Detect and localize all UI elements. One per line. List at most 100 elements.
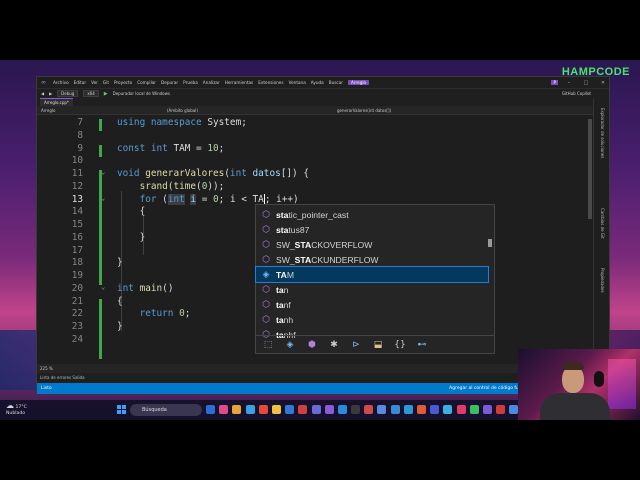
code-line[interactable]: 9 const int TAM = 10;: [37, 143, 577, 156]
run-debugger-button[interactable]: Depurador local de Windows: [113, 91, 170, 96]
app-icon[interactable]: [377, 405, 387, 414]
app-icon[interactable]: [443, 405, 453, 414]
cloud-icon: ☁: [6, 401, 14, 410]
config-dropdown[interactable]: Debug: [57, 90, 79, 97]
app-icon[interactable]: [403, 405, 413, 414]
weather-widget[interactable]: ☁ 17°C Nublado: [6, 401, 27, 417]
maximize-icon[interactable]: □: [580, 80, 592, 86]
letterbox-bottom: [0, 420, 640, 480]
properties-tab[interactable]: Propiedades: [599, 268, 605, 293]
app-icon[interactable]: [390, 405, 400, 414]
completion-item[interactable]: ⬡ SW_STACKUNDERFLOW: [256, 252, 488, 267]
app-icon[interactable]: [285, 405, 295, 414]
profile-avatar[interactable]: P: [551, 80, 558, 85]
filter-types-icon[interactable]: ✱: [328, 340, 340, 350]
code-line[interactable]: 7 using namespace System;: [37, 117, 577, 130]
fold-chevron-icon[interactable]: ⌄: [101, 194, 105, 202]
platform-dropdown[interactable]: x64: [83, 90, 99, 97]
completion-item[interactable]: ⬡ tan: [256, 282, 488, 297]
filter-braces-icon[interactable]: {}: [394, 340, 406, 350]
menu-editar[interactable]: Editar: [74, 80, 86, 85]
back-icon[interactable]: ◀: [41, 91, 44, 96]
code-text: using namespace System;: [117, 117, 247, 128]
menu-search[interactable]: Buscar: [329, 80, 343, 85]
start-button[interactable]: [117, 405, 126, 414]
popup-scrollbar[interactable]: [488, 209, 492, 337]
fold-chevron-icon[interactable]: ⌄: [101, 283, 105, 291]
app-icon[interactable]: [482, 405, 492, 414]
menu-archivo[interactable]: Archivo: [53, 80, 69, 85]
line-number: 9: [77, 142, 83, 154]
scrollbar-thumb[interactable]: [588, 119, 592, 219]
menu-herramientas[interactable]: Herramientas: [225, 80, 254, 85]
app-icon[interactable]: [509, 405, 519, 414]
filter-classes-icon[interactable]: ⬢: [306, 340, 318, 350]
menu-git[interactable]: Git: [103, 80, 109, 85]
field-icon: ◈: [262, 269, 270, 279]
whatsapp-icon[interactable]: [469, 405, 479, 414]
project-dropdown[interactable]: Arreglo: [37, 108, 127, 113]
run-icon[interactable]: ▶: [104, 91, 108, 97]
git-changes-tab[interactable]: Cambios de Git: [599, 208, 605, 239]
app-icon[interactable]: [364, 405, 374, 414]
file-explorer-icon[interactable]: [271, 405, 281, 414]
filter-namespaces-icon[interactable]: ⬓: [372, 340, 384, 350]
weather-temp: 17°C: [15, 405, 27, 410]
completion-item[interactable]: ◈ TAM: [255, 266, 489, 283]
code-line[interactable]: 11 ⌄ void generarValores(int datos[]) {: [37, 168, 577, 181]
cube-icon: ⬡: [262, 239, 270, 249]
menu-compilar[interactable]: Compilar: [137, 80, 156, 85]
app-icon[interactable]: [417, 405, 426, 414]
filter-snippets-icon[interactable]: ⬚: [262, 340, 274, 350]
zoom-level[interactable]: 225 %: [40, 366, 53, 371]
app-icon[interactable]: [496, 405, 506, 414]
filter-macros-icon[interactable]: ⊳: [350, 340, 362, 350]
task-view-icon[interactable]: [206, 405, 215, 414]
chrome-icon[interactable]: [258, 405, 268, 414]
solution-explorer-tab[interactable]: Explorador de soluciones: [599, 108, 605, 158]
intellisense-popup[interactable]: ⬡ static_pointer_cast ⬡ status87 ⬡ SW_STACKOV…: [255, 204, 495, 354]
line-number: 23: [71, 321, 83, 332]
code-editor[interactable]: 7 using namespace System; 8 9 const int TAM …: [37, 115, 595, 364]
line-number: 17: [71, 244, 83, 256]
scope-dropdown[interactable]: (Ámbito global): [127, 108, 277, 113]
filter-members-icon[interactable]: ⊷: [416, 340, 428, 350]
copilot-button[interactable]: GitHub Copilot: [562, 91, 591, 96]
menu-bar: ∞ Archivo Editar Ver Git Proyecto Compil…: [37, 77, 609, 88]
menu-depurar[interactable]: Depurar: [161, 80, 178, 85]
code-line[interactable]: 8: [37, 130, 577, 143]
filter-fields-icon[interactable]: ◈: [284, 340, 296, 350]
close-icon[interactable]: ✕: [597, 80, 609, 86]
menu-proyecto[interactable]: Proyecto: [114, 80, 132, 85]
completion-item[interactable]: ⬡ SW_STACKOVERFLOW: [256, 237, 488, 252]
forward-icon[interactable]: ▶: [49, 91, 52, 96]
edge-icon[interactable]: [245, 405, 255, 414]
tab-arreglo-cpp[interactable]: Arreglo.cpp*: [40, 98, 73, 106]
app-icon[interactable]: [298, 405, 308, 414]
taskbar-search[interactable]: Búsqueda: [130, 404, 202, 416]
app-icon[interactable]: [351, 405, 361, 414]
code-line[interactable]: 10: [37, 155, 577, 168]
menu-ayuda[interactable]: Ayuda: [311, 80, 324, 85]
menu-extensiones[interactable]: Extensiones: [258, 80, 283, 85]
completion-item[interactable]: ⬡ static_pointer_cast: [256, 207, 488, 222]
app-icon[interactable]: [456, 405, 466, 414]
menu-ventana[interactable]: Ventana: [289, 80, 306, 85]
minimize-icon[interactable]: –: [563, 80, 575, 86]
menu-analizar[interactable]: Analizar: [203, 80, 220, 85]
app-icon[interactable]: [232, 405, 242, 414]
completion-item[interactable]: ⬡ tanh: [256, 312, 488, 327]
app-icon[interactable]: [430, 405, 440, 414]
completion-item[interactable]: ⬡ tanf: [256, 297, 488, 312]
completion-item[interactable]: ⬡ status87: [256, 222, 488, 237]
code-line[interactable]: 12 srand(time(0));: [37, 181, 577, 194]
visual-studio-icon[interactable]: [324, 405, 334, 414]
member-dropdown[interactable]: generarValores(int datos[]): [277, 108, 391, 113]
app-icon[interactable]: [311, 405, 321, 414]
line-number: 14: [71, 206, 83, 218]
vscode-icon[interactable]: [337, 405, 347, 414]
fold-chevron-icon[interactable]: ⌄: [101, 168, 105, 176]
app-icon[interactable]: [219, 405, 229, 414]
menu-prueba[interactable]: Prueba: [183, 80, 198, 85]
menu-ver[interactable]: Ver: [91, 80, 98, 85]
